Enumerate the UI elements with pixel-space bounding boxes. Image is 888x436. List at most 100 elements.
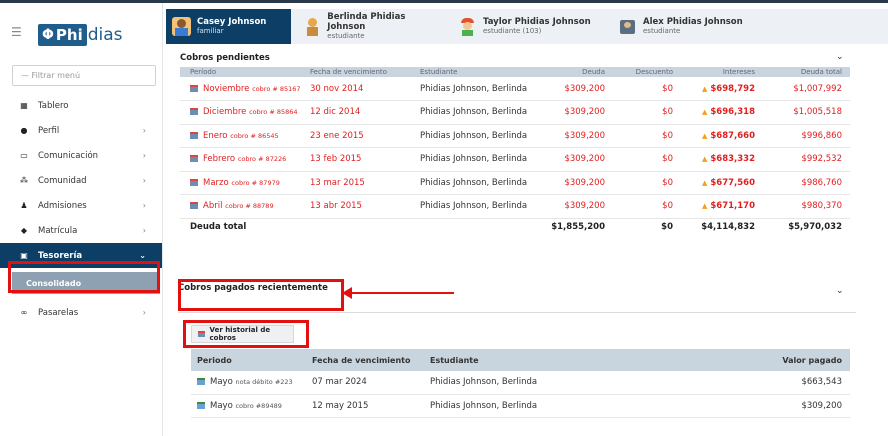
empty-cell	[420, 218, 545, 236]
due-date: 12 may 2015	[306, 394, 424, 418]
period-link[interactable]: Noviembre	[203, 84, 249, 94]
due-date: 13 feb 2015	[310, 147, 420, 172]
period-link[interactable]: Febrero	[203, 154, 235, 164]
tab-berlinda-phidias-johnson[interactable]: Berlinda Phidias Johnson estudiante	[297, 9, 452, 44]
sidebar-item-matricula[interactable]: ◆ Matrícula ›	[0, 218, 162, 243]
avatar	[618, 17, 637, 36]
chevron-down-icon[interactable]: ⌄	[836, 52, 844, 62]
due-date: 30 nov 2014	[310, 77, 420, 101]
person-tabs: Casey Johnson familiar Berlinda Phidias …	[166, 9, 888, 44]
period-link[interactable]: Diciembre	[203, 107, 246, 117]
divider	[178, 312, 856, 313]
discount-value: $0	[605, 77, 673, 101]
interest-cell: ▲ $696,318	[673, 100, 755, 125]
interest-cell: ▲ $698,792	[673, 77, 755, 101]
period-link[interactable]: Mayo	[210, 377, 233, 387]
chevron-down-icon[interactable]: ⌄	[836, 286, 844, 296]
hamburger-icon[interactable]: ☰	[11, 25, 22, 39]
total-value: $986,760	[755, 171, 850, 195]
interest-value: $677,560	[710, 177, 755, 188]
period-cell[interactable]: Enero cobro # 86545	[180, 124, 310, 148]
sidebar: ☰ Φ Phi dias — Filtrar menú ▦ Tablero ● …	[0, 3, 163, 436]
tab-name: Taylor Phidias Johnson	[483, 17, 591, 27]
col-header: Valor pagado	[682, 349, 850, 371]
calendar-icon	[197, 401, 205, 409]
charge-ref: cobro # 87226	[237, 155, 287, 164]
total-value: $980,370	[755, 194, 850, 219]
sidebar-item-comunicacion[interactable]: ▭ Comunicación ›	[0, 143, 162, 168]
student-name: Phidias Johnson, Berlinda	[420, 124, 545, 148]
col-header: Fecha de vencimiento	[310, 68, 387, 76]
col-header: Deuda total	[800, 68, 842, 76]
charge-ref: nota débito #223	[235, 378, 293, 387]
debt-value: $309,200	[545, 77, 605, 101]
discount-value: $0	[605, 171, 673, 195]
calendar-icon	[190, 131, 198, 139]
logo-badge: Φ Phi	[38, 24, 87, 46]
calendar-icon	[190, 202, 198, 210]
pending-section: Cobros pendientes ⌄ Período Fecha de ven…	[180, 44, 850, 236]
table-row: Mayo cobro #89489 12 may 2015 Phidias John…	[191, 394, 850, 418]
col-header: Periodo	[191, 349, 306, 371]
avatar	[458, 17, 477, 36]
chevron-right-icon: ›	[142, 201, 146, 210]
interest-cell: ▲ $687,660	[673, 124, 755, 148]
table-row: Mayo nota débito #223 07 mar 2024 Phidias …	[191, 371, 850, 395]
student-name: Phidias Johnson, Berlinda	[420, 147, 545, 172]
period-link[interactable]: Marzo	[203, 178, 229, 188]
highlight-box-paid-title	[178, 279, 344, 311]
sidebar-item-label: Tablero	[38, 100, 69, 111]
col-header: Estudiante	[420, 68, 458, 76]
period-link[interactable]: Enero	[203, 131, 228, 141]
paid-table-header: Periodo Fecha de vencimiento Estudiante …	[191, 349, 850, 371]
period-link[interactable]: Mayo	[210, 401, 233, 411]
table-row: Enero cobro # 86545 23 ene 2015 Phidias Jo…	[180, 124, 850, 148]
period-cell[interactable]: Abril cobro # 88789	[180, 194, 310, 219]
tab-alex-phidias-johnson[interactable]: Alex Phidias Johnson estudiante	[612, 9, 762, 44]
student-name: Phidias Johnson, Berlinda	[424, 371, 683, 395]
interest-value: $687,660	[710, 130, 755, 141]
period-cell[interactable]: Noviembre cobro # 85167	[180, 77, 310, 101]
period-cell[interactable]: Febrero cobro # 87226	[180, 147, 310, 172]
student-name: Phidias Johnson, Berlinda	[420, 100, 545, 125]
sidebar-item-perfil[interactable]: ● Perfil ›	[0, 118, 162, 143]
tab-casey-johnson[interactable]: Casey Johnson familiar	[166, 9, 291, 44]
total-value: $992,532	[755, 147, 850, 172]
table-row: Marzo cobro # 87979 13 mar 2015 Phidias Jo…	[180, 171, 850, 195]
due-date: 07 mar 2024	[306, 371, 424, 395]
period-link[interactable]: Abril	[203, 201, 222, 211]
chevron-right-icon: ›	[142, 126, 146, 135]
warning-icon: ▲	[701, 155, 708, 164]
warning-icon: ▲	[701, 202, 708, 211]
sidebar-item-admisiones[interactable]: ♟ Admisiones ›	[0, 193, 162, 218]
chevron-right-icon: ›	[142, 176, 146, 185]
table-row: Abril cobro # 88789 13 abr 2015 Phidias Jo…	[180, 194, 850, 219]
period-cell[interactable]: Mayo nota débito #223	[191, 371, 306, 395]
total-amount: $5,970,032	[788, 222, 842, 233]
calendar-icon	[190, 178, 198, 186]
sidebar-item-label: Comunicación	[38, 150, 99, 161]
chevron-right-icon: ›	[142, 308, 146, 317]
interest-value: $698,792	[710, 83, 755, 94]
sidebar-item-pasarelas[interactable]: ∞ Pasarelas ›	[0, 300, 162, 325]
discount-value: $0	[605, 100, 673, 125]
paid-table: Periodo Fecha de vencimiento Estudiante …	[191, 349, 850, 418]
period-cell[interactable]: Marzo cobro # 87979	[180, 171, 310, 195]
period-cell[interactable]: Mayo cobro #89489	[191, 394, 306, 418]
warning-icon: ▲	[701, 131, 708, 140]
sidebar-item-tablero[interactable]: ▦ Tablero	[0, 93, 162, 118]
paid-value: $309,200	[682, 394, 850, 418]
tab-taylor-phidias-johnson[interactable]: Taylor Phidias Johnson estudiante (103)	[452, 9, 612, 44]
logo[interactable]: Φ Phi dias	[38, 24, 123, 46]
charge-ref: cobro # 87979	[231, 178, 280, 187]
period-cell[interactable]: Diciembre cobro # 85864	[180, 100, 310, 125]
sidebar-item-label: Perfil	[38, 125, 60, 136]
tab-role: familiar	[197, 27, 224, 35]
menu-filter-input[interactable]: — Filtrar menú	[12, 65, 156, 86]
total-value: $1,005,518	[755, 100, 850, 125]
total-discount: $0	[661, 222, 673, 233]
sidebar-item-comunidad[interactable]: ⁂ Comunidad ›	[0, 168, 162, 193]
total-interest: $4,114,832	[701, 222, 755, 233]
sidebar-item-label: Comunidad	[38, 175, 87, 186]
student-name: Phidias Johnson, Berlinda	[420, 171, 545, 195]
